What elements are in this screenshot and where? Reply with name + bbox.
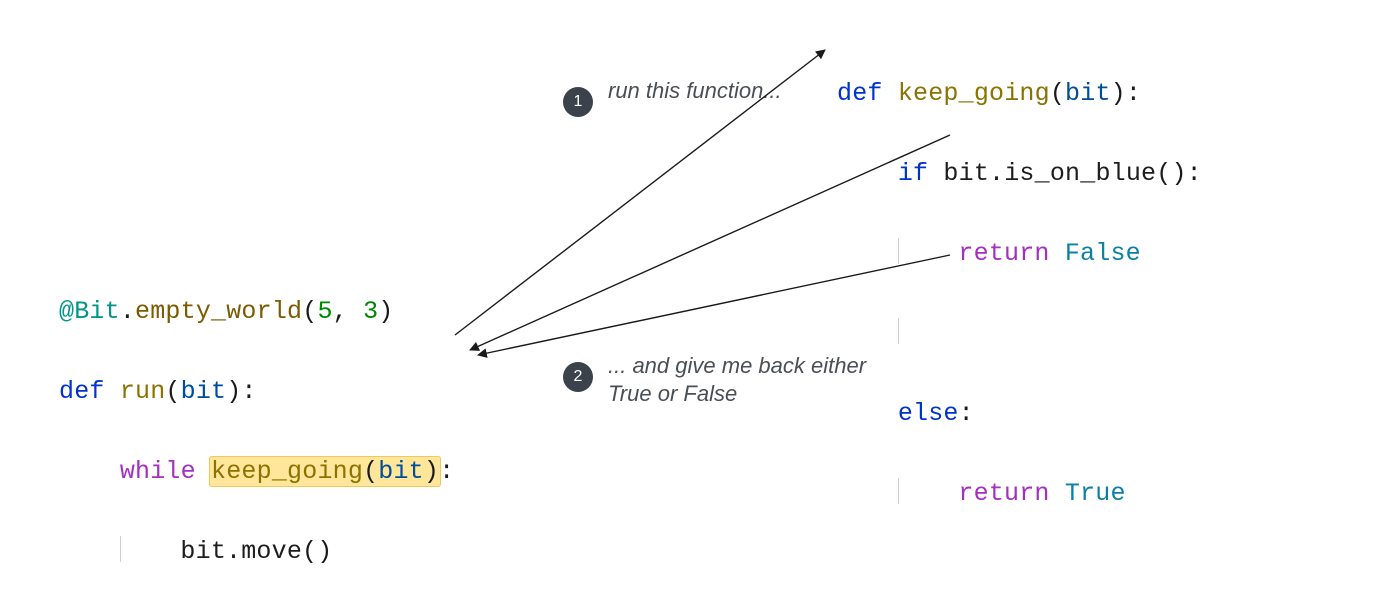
code-block-right: def keep_going(bit): if bit.is_on_blue()… [837, 34, 1202, 554]
badge-number: 1 [574, 93, 583, 111]
param: bit [181, 377, 227, 406]
highlighted-call: keep_going(bit) [209, 456, 441, 487]
badge-number: 2 [574, 368, 583, 386]
open-paren: ( [302, 297, 317, 326]
step-caption-1: run this function... [608, 77, 808, 105]
code-line-return-false: return False [837, 234, 1202, 274]
while-keyword: while [120, 457, 211, 486]
indent-guide-icon [898, 318, 899, 344]
def-keyword: def [59, 377, 120, 406]
code-line-decorator: @Bit.empty_world(5, 3) [59, 292, 454, 332]
open-paren: ( [363, 457, 378, 486]
code-line-body: bit.move() [59, 532, 454, 572]
body-obj: bit [180, 537, 226, 566]
code-block-left: @Bit.empty_world(5, 3) def run(bit): whi… [59, 252, 454, 612]
code-line-def: def run(bit): [59, 372, 454, 412]
dot: . [120, 297, 135, 326]
cond-method: is_on_blue [1004, 159, 1156, 188]
call-arg: bit [378, 457, 424, 486]
arg-1: 5 [317, 297, 332, 326]
parens: () [1156, 159, 1186, 188]
true-literal: True [1065, 479, 1126, 508]
open-paren: ( [1050, 79, 1065, 108]
step-badge-1: 1 [563, 87, 593, 117]
indent-guide-icon [120, 536, 121, 562]
function-name: run [120, 377, 166, 406]
return-keyword: return [958, 239, 1064, 268]
code-line-while: while keep_going(bit): [59, 452, 454, 492]
comma: , [333, 297, 363, 326]
false-literal: False [1065, 239, 1141, 268]
parens: () [302, 537, 332, 566]
code-line-def: def keep_going(bit): [837, 74, 1202, 114]
else-keyword: else [898, 399, 959, 428]
code-line-else: else: [837, 394, 1202, 434]
close-paren-colon: ): [1111, 79, 1141, 108]
code-line-blank [837, 314, 1202, 354]
if-keyword: if [898, 159, 944, 188]
decorator-object: Bit [74, 297, 120, 326]
decorator-fn: empty_world [135, 297, 302, 326]
indent-guide-icon [898, 238, 899, 264]
step-badge-2: 2 [563, 362, 593, 392]
arg-2: 3 [363, 297, 378, 326]
dot: . [226, 537, 241, 566]
colon: : [959, 399, 974, 428]
decorator-at: @ [59, 297, 74, 326]
close-paren-colon: ): [226, 377, 256, 406]
cond-obj: bit [943, 159, 989, 188]
param: bit [1065, 79, 1111, 108]
close-paren: ) [378, 297, 393, 326]
code-line-if: if bit.is_on_blue(): [837, 154, 1202, 194]
colon: : [439, 457, 454, 486]
dot: . [989, 159, 1004, 188]
indent-guide-icon [898, 478, 899, 504]
body-method: move [241, 537, 302, 566]
return-keyword: return [958, 479, 1064, 508]
open-paren: ( [165, 377, 180, 406]
step-caption-2: ... and give me back either True or Fals… [608, 352, 868, 408]
code-line-return-true: return True [837, 474, 1202, 514]
colon: : [1187, 159, 1202, 188]
close-paren: ) [424, 457, 439, 486]
def-keyword: def [837, 79, 898, 108]
function-name: keep_going [898, 79, 1050, 108]
call-name: keep_going [211, 457, 363, 486]
